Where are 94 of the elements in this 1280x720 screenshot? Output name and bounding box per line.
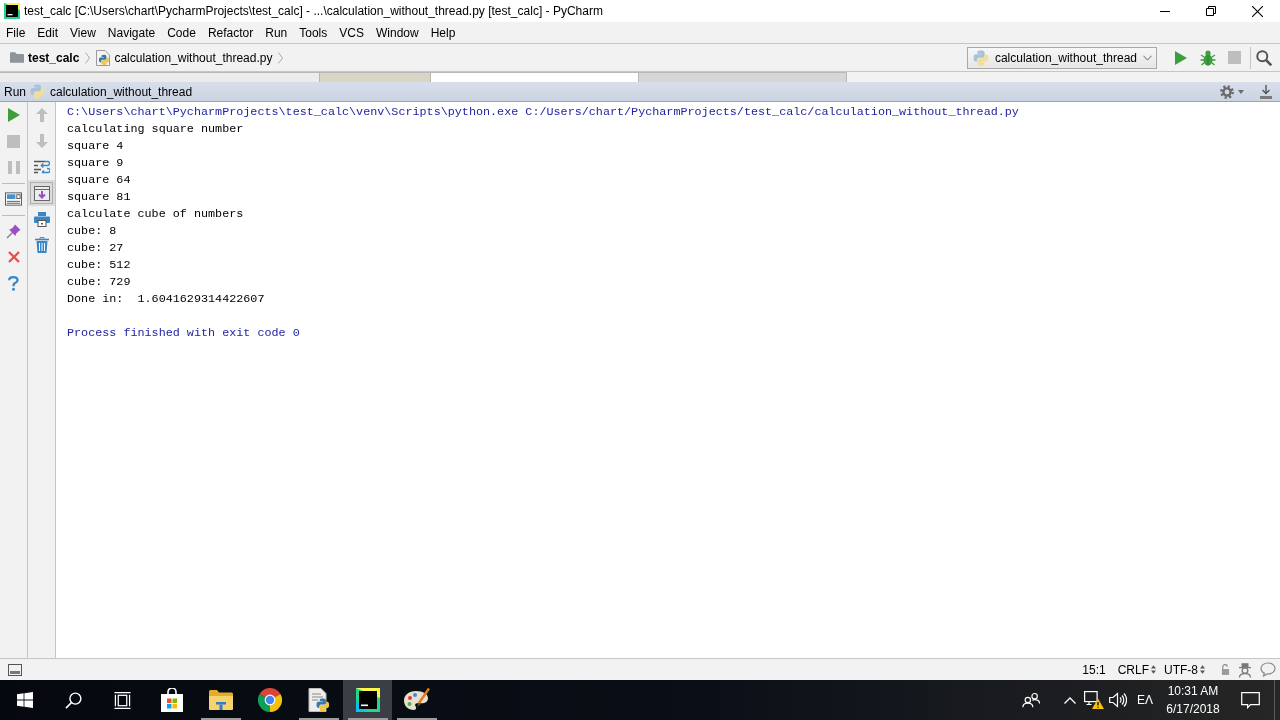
caret-icon: [1238, 89, 1244, 94]
arrow-down-icon: [35, 134, 48, 148]
trash-icon: [34, 237, 49, 253]
breadcrumb-item[interactable]: test_calc: [8, 46, 82, 69]
notification-icon: [1240, 691, 1260, 709]
console-line: square 4: [67, 138, 125, 155]
windows-logo-icon: [16, 692, 33, 708]
lock-icon: [1221, 664, 1230, 675]
console-line: cube: 8: [67, 223, 118, 240]
chevron-icon: [278, 50, 284, 65]
panel-toggle-icon: [8, 663, 22, 676]
hide-panel-button[interactable]: [1260, 84, 1272, 99]
python-file-icon: [96, 49, 111, 66]
line-separator-button[interactable]: CRLF: [1117, 660, 1156, 679]
updown-icon: [1151, 665, 1156, 674]
console-line: square 64: [67, 172, 132, 189]
arrow-up-icon: [35, 108, 48, 122]
play-icon: [1174, 50, 1187, 65]
menu-item[interactable]: Window: [369, 22, 425, 43]
search-icon: [65, 691, 82, 709]
browser-icon: [257, 688, 282, 712]
menu-item[interactable]: Refactor: [201, 22, 260, 43]
gear-icon: [1220, 84, 1234, 99]
menu-item[interactable]: Help: [424, 22, 462, 43]
ide-logo-icon: [355, 688, 380, 712]
panel-toggle-button[interactable]: [8, 663, 22, 676]
stop-icon: [1228, 51, 1241, 64]
menu-item[interactable]: Tools: [293, 22, 334, 43]
python-file-icon: [307, 688, 330, 712]
close-icon: [1251, 5, 1263, 17]
pause-icon: [7, 160, 20, 174]
lock-button[interactable]: [1221, 664, 1230, 675]
updown-icon: [1200, 665, 1205, 674]
console-line: cube: 729: [67, 274, 132, 291]
app-logo-icon: [4, 3, 20, 19]
pin-icon: [5, 223, 22, 239]
soft-wrap-icon: [33, 160, 50, 174]
scroll-to-end-icon: [33, 185, 50, 201]
run-config-dropdown[interactable]: calculation_without_thread: [966, 46, 1157, 69]
menu-item[interactable]: Navigate: [101, 22, 162, 43]
caret-up-icon: [1064, 696, 1076, 704]
language-button[interactable]: ΕΛ: [1130, 680, 1160, 720]
scroll-to-end-button[interactable]: [28, 180, 55, 206]
play-icon: [7, 108, 20, 122]
close-icon: [7, 251, 20, 263]
shopping-bag-icon: [160, 688, 183, 712]
cursor-position[interactable]: 15:1: [1082, 660, 1106, 679]
minimize-icon: [1160, 10, 1170, 12]
folder-icon: [208, 690, 233, 710]
taskbar-app-button[interactable]: [343, 680, 392, 720]
chat-bubble-icon: [1260, 662, 1276, 677]
menu-item[interactable]: Code: [161, 22, 202, 43]
console-line: square 81: [67, 189, 132, 206]
people-icon: [1022, 692, 1040, 708]
menu-item[interactable]: VCS: [333, 22, 370, 43]
task-view-icon: [114, 691, 131, 709]
panel-title: Run: [4, 83, 26, 101]
console-line: Process finished with exit code 0: [67, 325, 301, 342]
chevron-icon: [85, 50, 91, 65]
restore-icon: [1206, 6, 1216, 16]
clock-button[interactable]: 10:31 AM 6/17/2018: [1160, 680, 1226, 720]
stop-icon: [7, 134, 20, 148]
printer-icon: [33, 211, 50, 227]
window-title: test_calc [C:\Users\chart\PycharmProjects\test_calc] - ...\calculation_without_thread.py [test_calc] - PyCharm: [24, 3, 603, 19]
console-line: calculate cube of numbers: [67, 206, 245, 223]
menu-item[interactable]: File: [0, 22, 32, 43]
python-icon: [972, 49, 989, 66]
console-line: square 9: [67, 155, 125, 172]
event-log-button[interactable]: [1260, 662, 1276, 677]
help-icon: [8, 275, 19, 291]
menu-item[interactable]: View: [64, 22, 102, 43]
console-line: C:\Users\chart\PycharmProjects\test_calc\venv\Scripts\python.exe C:/Users/chart/PycharmProjects/test_calc/calculation_without_thread.py: [67, 104, 1020, 121]
speaker-icon: [1109, 692, 1127, 708]
inspector-button[interactable]: [1238, 661, 1252, 678]
console-line: calculating square number: [67, 121, 245, 138]
console-line: cube: 27: [67, 240, 125, 257]
folder-icon: [10, 52, 24, 63]
encoding-button[interactable]: UTF-8: [1164, 660, 1205, 679]
settings-button[interactable]: [1220, 84, 1244, 99]
network-warning-icon: [1084, 691, 1104, 709]
hide-panel-icon: [1260, 84, 1272, 99]
inspector-icon: [1238, 661, 1252, 678]
menu-item[interactable]: Edit: [31, 22, 65, 43]
python-icon: [30, 84, 45, 99]
console-line: Done in: 1.6041629314422607: [67, 291, 266, 308]
bug-icon: [1199, 49, 1216, 66]
breadcrumb-item[interactable]: calculation_without_thread.py: [94, 46, 275, 69]
layout-icon: [5, 192, 22, 206]
run-tab[interactable]: calculation_without_thread: [30, 82, 193, 101]
palette-icon: [403, 688, 430, 712]
caret-icon: [1143, 54, 1152, 61]
console-line: cube: 512: [67, 257, 132, 274]
menu-item[interactable]: Run: [259, 22, 294, 43]
search-icon: [1255, 49, 1272, 66]
